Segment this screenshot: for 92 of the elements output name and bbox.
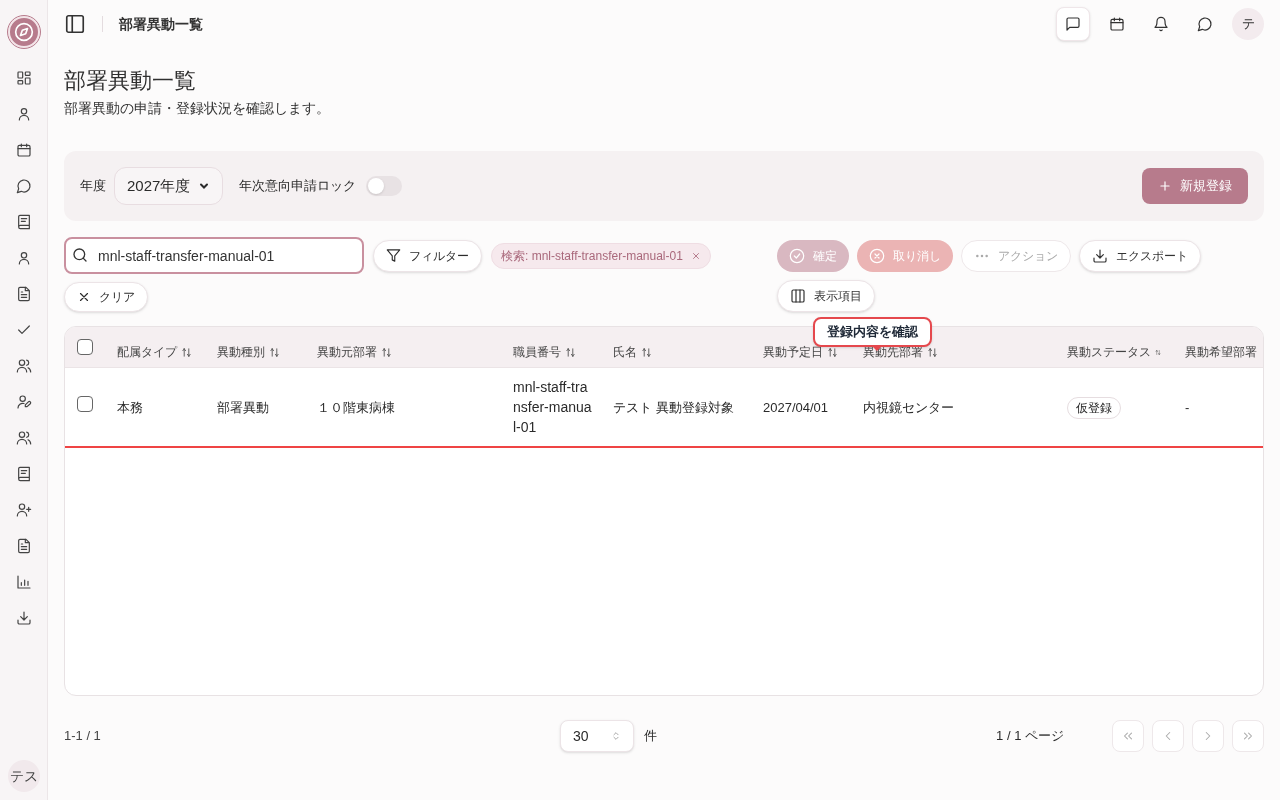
download-icon bbox=[1092, 248, 1108, 264]
table-cell: 2027/04/01 bbox=[763, 400, 829, 415]
column-header[interactable]: 氏名 bbox=[613, 343, 637, 361]
sort-icon bbox=[565, 346, 576, 358]
sidebar-item[interactable] bbox=[15, 142, 32, 158]
user-edit-icon bbox=[15, 394, 32, 410]
table-cell: - bbox=[1185, 400, 1190, 415]
check-circle-icon bbox=[789, 248, 805, 264]
sort-icon bbox=[641, 346, 652, 358]
column-header[interactable]: 異動希望部署 bbox=[1185, 343, 1257, 361]
page-size-select[interactable]: 30 bbox=[560, 720, 634, 752]
clear-button[interactable]: クリア bbox=[64, 282, 148, 312]
close-icon bbox=[690, 250, 701, 261]
book-icon bbox=[15, 466, 32, 482]
sort-icon bbox=[381, 346, 392, 358]
bar-chart-icon bbox=[15, 574, 32, 590]
chat-icon bbox=[1197, 16, 1213, 32]
sort-icon bbox=[827, 346, 838, 358]
panel-icon bbox=[64, 13, 86, 35]
column-header[interactable]: 異動元部署 bbox=[317, 343, 377, 361]
header-title: 部署異動一覧 bbox=[119, 14, 203, 34]
message-icon bbox=[1065, 16, 1081, 32]
year-label: 年度 bbox=[80, 177, 106, 196]
document-icon bbox=[15, 538, 32, 554]
table-cell: １０階東病棟 bbox=[317, 400, 395, 415]
double-chevron-right-icon bbox=[1241, 729, 1255, 743]
plus-icon bbox=[1158, 179, 1172, 193]
page-title: 部署異動一覧 bbox=[64, 67, 197, 95]
row-checkbox[interactable] bbox=[77, 396, 93, 412]
search-icon bbox=[72, 247, 88, 263]
lock-label: 年次意向申請ロック bbox=[239, 177, 357, 196]
result-range: 1-1 / 1 bbox=[64, 727, 102, 746]
column-header[interactable]: 異動種別 bbox=[217, 343, 265, 361]
page-size-unit: 件 bbox=[644, 727, 657, 746]
double-chevron-left-icon bbox=[1121, 729, 1135, 743]
lock-toggle[interactable] bbox=[366, 176, 403, 196]
search-field[interactable]: mnl-staff-transfer-manual-01 bbox=[64, 237, 364, 274]
sort-icon bbox=[927, 346, 938, 358]
filter-icon bbox=[386, 248, 401, 263]
column-header[interactable]: 異動ステータス bbox=[1067, 343, 1151, 361]
compass-icon bbox=[13, 22, 34, 42]
user-plus-icon bbox=[15, 502, 32, 518]
table-cell: 本務 bbox=[117, 400, 143, 415]
sidebar-item[interactable] bbox=[15, 538, 32, 554]
column-header[interactable]: 職員番号 bbox=[513, 343, 561, 361]
sort-icon bbox=[181, 346, 192, 358]
sidebar-item[interactable] bbox=[15, 178, 32, 194]
year-select[interactable]: 2027年度 bbox=[114, 167, 224, 205]
tooltip: 登録内容を確認 bbox=[813, 317, 932, 347]
sidebar-toggle[interactable] bbox=[64, 13, 86, 35]
document-icon bbox=[15, 286, 32, 302]
bell-icon bbox=[1153, 16, 1169, 32]
sidebar-item[interactable] bbox=[15, 574, 32, 590]
sidebar-item[interactable] bbox=[15, 358, 32, 374]
column-header[interactable]: 配属タイプ bbox=[117, 343, 177, 361]
sidebar-item[interactable] bbox=[15, 394, 32, 410]
users-icon bbox=[15, 430, 32, 446]
x-circle-icon bbox=[869, 248, 885, 264]
sort-icon bbox=[269, 346, 280, 358]
chat-icon bbox=[15, 178, 32, 194]
chip-label: 検索: mnl-staff-transfer-manual-01 bbox=[501, 247, 683, 265]
user-avatar[interactable]: テ bbox=[1232, 8, 1264, 40]
page-subtitle: 部署異動の申請・登録状況を確認します。 bbox=[64, 99, 331, 118]
table-cell: 部署異動 bbox=[217, 400, 269, 415]
export-button[interactable]: エクスポート bbox=[1079, 240, 1201, 272]
close-icon bbox=[77, 290, 91, 304]
chip-remove[interactable] bbox=[690, 250, 701, 261]
page-indicator: 1 / 1 ページ bbox=[996, 727, 1064, 746]
table-row[interactable]: 本務 部署異動 １０階東病棟 mnl-staff-transfer-manual-01 テスト 異動登録対象 2027/04/01 内視鏡センター 仮登録 - bbox=[65, 368, 1263, 448]
sidebar-item[interactable] bbox=[15, 466, 32, 482]
sidebar-item[interactable] bbox=[15, 70, 32, 86]
columns-button[interactable]: 表示項目 bbox=[777, 280, 875, 312]
sidebar-item[interactable] bbox=[15, 286, 32, 302]
app-logo[interactable] bbox=[7, 16, 40, 48]
table-cell-text: mnl-staff-transfer-manual-01 bbox=[513, 378, 593, 437]
calendar-icon bbox=[15, 142, 32, 158]
sidebar-item[interactable] bbox=[15, 502, 32, 518]
sidebar-item[interactable] bbox=[15, 214, 32, 230]
download-icon bbox=[15, 610, 32, 626]
select-all-checkbox[interactable] bbox=[77, 339, 93, 355]
calendar-icon bbox=[1109, 16, 1125, 32]
filter-button[interactable]: フィルター bbox=[373, 239, 482, 272]
columns-icon bbox=[790, 288, 806, 304]
book-icon bbox=[15, 214, 32, 230]
grid-icon bbox=[15, 70, 32, 86]
sidebar-item[interactable] bbox=[15, 430, 32, 446]
table-cell: 内視鏡センター bbox=[863, 400, 954, 415]
table-cell: テスト 異動登録対象 bbox=[613, 400, 734, 415]
user-avatar[interactable]: テス bbox=[7, 760, 40, 792]
up-down-icon bbox=[611, 731, 621, 741]
users-icon bbox=[15, 358, 32, 374]
sidebar-item[interactable] bbox=[15, 610, 32, 626]
